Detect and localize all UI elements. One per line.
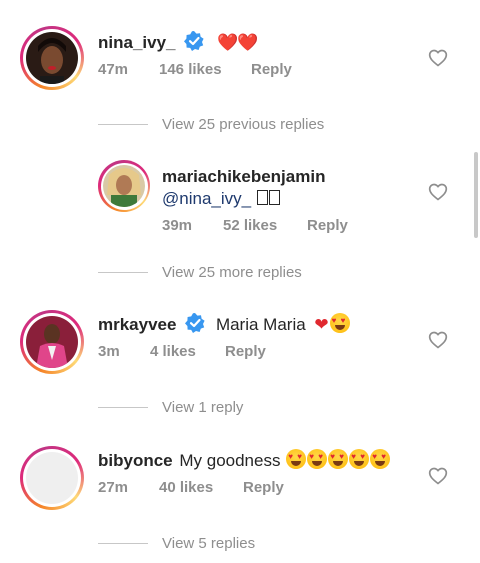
likes-count[interactable]: 146 likes	[159, 61, 222, 78]
comment-time: 27m	[98, 479, 129, 496]
reply-button[interactable]: Reply	[225, 343, 266, 360]
heart-eyes-emoji-icon: ♥ ♥	[307, 449, 328, 469]
username[interactable]: mariachikebenjamin	[162, 167, 325, 186]
divider	[98, 407, 148, 408]
avatar[interactable]	[20, 446, 84, 510]
username[interactable]: mrkayvee	[98, 315, 176, 334]
comment-text	[256, 189, 280, 208]
comment-text: Maria Maria	[215, 315, 306, 334]
mention-link[interactable]: @nina_ivy_	[162, 189, 251, 208]
scrollbar[interactable]	[474, 152, 478, 238]
like-heart-icon[interactable]	[428, 330, 448, 350]
verified-badge-icon	[185, 313, 205, 339]
view-replies-link[interactable]: View 25 more replies	[162, 264, 302, 281]
username[interactable]: bibyonce	[98, 451, 173, 470]
comment-time: 3m	[98, 343, 120, 360]
divider	[98, 543, 148, 544]
view-replies-link[interactable]: View 5 replies	[162, 535, 255, 552]
avatar[interactable]	[20, 310, 84, 374]
avatar[interactable]	[20, 26, 84, 90]
heart-eyes-emoji-icon: ♥ ♥	[286, 449, 307, 469]
divider	[98, 272, 148, 273]
reply-button[interactable]: Reply	[243, 479, 284, 496]
verified-badge-icon	[184, 31, 204, 57]
like-heart-icon[interactable]	[428, 182, 448, 202]
heart-eyes-emoji-icon: ♥ ♥	[328, 449, 349, 469]
like-heart-icon[interactable]	[428, 466, 448, 486]
divider	[98, 124, 148, 125]
heart-eyes-emoji-icon: ♥ ♥	[370, 449, 391, 469]
avatar[interactable]	[98, 160, 150, 212]
heart-emoji-icon: ❤	[314, 315, 329, 334]
likes-count[interactable]: 52 likes	[223, 217, 277, 234]
reply-button[interactable]: Reply	[251, 61, 292, 78]
view-replies-link[interactable]: View 25 previous replies	[162, 116, 324, 133]
comment-time: 47m	[98, 61, 129, 78]
heart-eyes-emoji-icon: ♥ ♥	[349, 449, 370, 469]
comment-text: My goodness	[179, 451, 281, 470]
comment-text: ❤️❤️	[216, 33, 258, 52]
likes-count[interactable]: 40 likes	[159, 479, 213, 496]
heart-eyes-emoji-icon: ♥ ♥	[329, 313, 350, 333]
view-replies-link[interactable]: View 1 reply	[162, 399, 243, 416]
like-heart-icon[interactable]	[428, 48, 448, 68]
comment-time: 39m	[162, 217, 193, 234]
reply-button[interactable]: Reply	[307, 217, 348, 234]
username[interactable]: nina_ivy_	[98, 33, 176, 52]
likes-count[interactable]: 4 likes	[150, 343, 196, 360]
